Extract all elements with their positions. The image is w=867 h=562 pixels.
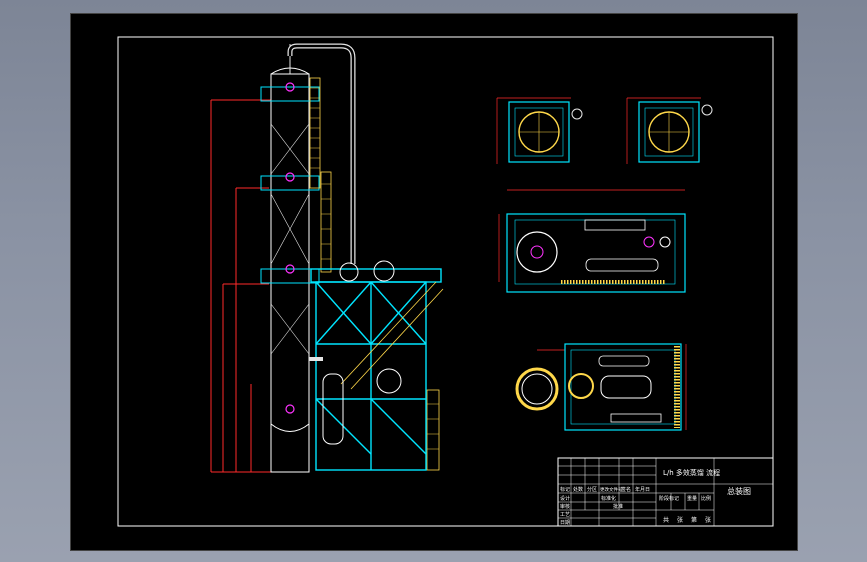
tb-sheet-cell: 张 — [705, 516, 711, 524]
tb-sheet-cell: 张 — [677, 516, 683, 524]
plan-views — [496, 97, 713, 431]
tb-header-cell: 签名 — [621, 486, 631, 493]
tb-header-cell: 分区 — [587, 486, 597, 493]
drawing-sheet: L/h 多效蒸馏 流程 总装图 标记 处数 分区 更改文件号 签名 年月日 设计… — [117, 36, 774, 527]
title-drawing-name: 总装图 — [727, 486, 751, 496]
tb-stage-label: 阶段标记 — [659, 495, 679, 502]
elevation-dimensions — [210, 99, 271, 473]
tb-mid-cell: 标准化 — [601, 495, 616, 502]
elevation-view — [210, 43, 444, 473]
plan-view-3 — [498, 189, 686, 293]
title-block: L/h 多效蒸馏 流程 总装图 标记 处数 分区 更改文件号 签名 年月日 设计… — [557, 457, 774, 527]
tb-header-cell: 年月日 — [635, 486, 650, 493]
tb-header-cell: 更改文件号 — [600, 486, 623, 493]
distillation-column — [270, 44, 310, 473]
column-nozzles — [285, 82, 295, 414]
steel-frame — [310, 268, 442, 471]
tb-header-cell: 处数 — [573, 486, 583, 493]
overhead-vapor-pipe — [287, 43, 356, 264]
tb-weight-label: 重量 — [687, 495, 697, 502]
tb-row-label: 审核 — [560, 503, 570, 510]
tb-mid-cell: 批准 — [613, 503, 623, 510]
tb-sheet-cell: 第 — [691, 516, 697, 524]
plan-view-4 — [515, 343, 687, 431]
plan-view-2 — [626, 97, 713, 164]
title-project-name: L/h 多效蒸馏 流程 — [663, 468, 720, 477]
cad-drawing-viewport[interactable]: L/h 多效蒸馏 流程 总装图 标记 处数 分区 更改文件号 签名 年月日 设计… — [70, 13, 798, 551]
tb-header-cell: 标记 — [560, 486, 570, 493]
tb-row-label: 设计 — [560, 495, 570, 502]
tb-scale-label: 比例 — [701, 495, 711, 502]
tb-row-label: 工艺 — [560, 512, 570, 518]
plan-view-1 — [496, 97, 583, 164]
tb-row-label: 日期 — [560, 520, 570, 526]
tb-sheet-cell: 共 — [663, 516, 669, 524]
